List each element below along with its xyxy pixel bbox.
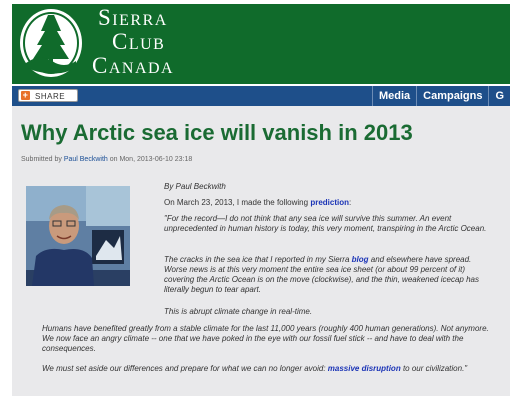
massive-disruption-link[interactable]: massive disruption <box>328 364 401 373</box>
article-byline: By Paul Beckwith <box>164 182 226 191</box>
brand-name[interactable]: Sierra Club Canada <box>92 6 174 78</box>
brand-line-3: Canada <box>92 53 175 78</box>
article-paragraph-humans: Humans have benefited greatly from a sta… <box>42 324 489 353</box>
article-paragraph-abrupt: This is abrupt climate change in real-ti… <box>164 307 313 316</box>
nav-item-truncated[interactable]: G <box>488 86 510 106</box>
para2-text-a: The cracks in the sea ice that I reporte… <box>164 255 352 264</box>
submitted-line: Submitted by Paul Beckwith on Mon, 2013-… <box>21 156 192 163</box>
prediction-link[interactable]: prediction <box>310 198 349 207</box>
nav-menu: Media Campaigns G <box>371 86 510 106</box>
share-button[interactable]: + SHARE <box>18 89 78 102</box>
brand-line-1: Sierra <box>98 5 168 30</box>
submitted-date: on Mon, 2013-06-10 23:18 <box>107 156 193 163</box>
article-intro: On March 23, 2013, I made the following … <box>164 198 484 208</box>
article-content: Why Arctic sea ice will vanish in 2013 S… <box>12 106 510 396</box>
author-photo <box>26 186 130 286</box>
nav-item-campaigns[interactable]: Campaigns <box>416 86 488 106</box>
share-label: SHARE <box>35 92 66 101</box>
plus-icon: + <box>21 90 30 100</box>
sierra-club-tree-logo[interactable] <box>18 7 84 79</box>
article-quote: "For the record—I do not think that any … <box>164 214 487 233</box>
article-paragraph-cracks: The cracks in the sea ice that I reporte… <box>164 255 494 295</box>
submitted-prefix: Submitted by <box>21 156 64 163</box>
main-navbar: + SHARE Media Campaigns G <box>12 86 510 106</box>
para5-text-b: to our civilization." <box>400 364 468 373</box>
article-paragraph-prepare: We must set aside our differences and pr… <box>42 364 494 374</box>
nav-item-media[interactable]: Media <box>371 86 416 106</box>
article-title: Why Arctic sea ice will vanish in 2013 <box>21 120 413 145</box>
intro-text: On March 23, 2013, I made the following <box>164 198 311 207</box>
para5-text-a: We must set aside our differences and pr… <box>42 364 328 373</box>
author-link[interactable]: Paul Beckwith <box>64 156 108 163</box>
site-header: Sierra Club Canada <box>12 4 510 84</box>
intro-end: : <box>348 198 352 207</box>
page-frame: Sierra Club Canada + SHARE Media Campaig… <box>12 4 510 396</box>
brand-line-2: Club <box>112 29 166 54</box>
blog-link[interactable]: blog <box>352 255 369 264</box>
